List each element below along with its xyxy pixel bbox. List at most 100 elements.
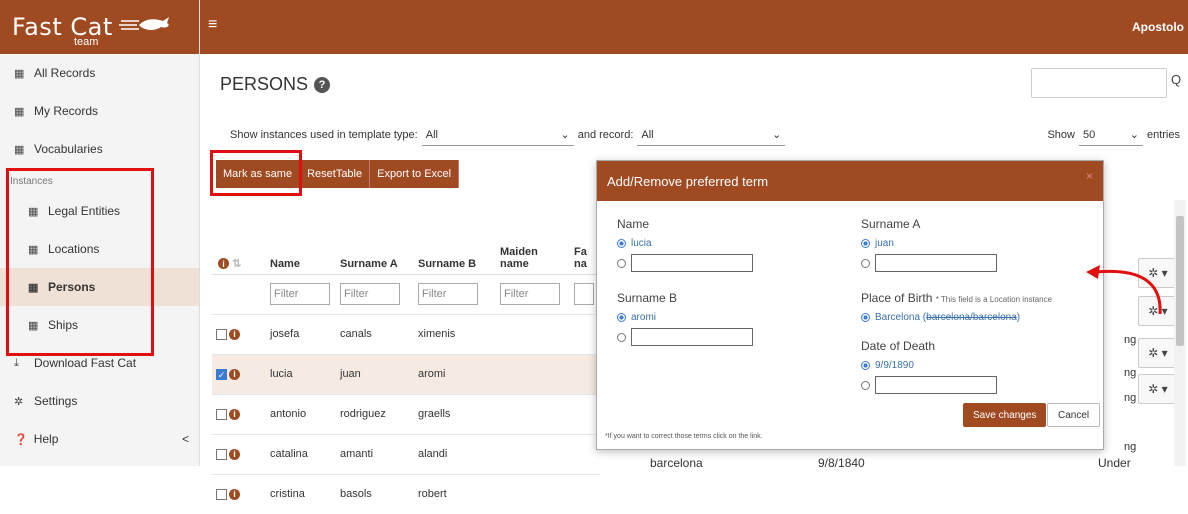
filter-input-fa-na[interactable] <box>574 283 594 305</box>
scrollbar-thumb[interactable] <box>1176 216 1184 346</box>
row-checkbox[interactable] <box>216 488 227 500</box>
radio-unselected[interactable] <box>617 332 626 342</box>
option-label: juan <box>875 237 894 249</box>
cell-surname-a: canals <box>336 313 414 354</box>
col-header-maiden-name[interactable]: Maiden name <box>496 204 570 275</box>
chevron-down-icon: ⌄ <box>772 129 782 141</box>
entries-select[interactable]: 50 ⌄ <box>1078 124 1143 146</box>
row-checkbox[interactable] <box>216 408 227 420</box>
option-name-custom[interactable] <box>617 253 753 273</box>
custom-surname-b-input[interactable] <box>631 328 753 346</box>
cell-surname-a: amanti <box>336 433 414 474</box>
info-icon[interactable]: i <box>229 448 240 460</box>
cell-surname-a: basols <box>336 473 414 514</box>
option-name-lucia[interactable]: lucia <box>617 235 753 251</box>
col-header-surname-b[interactable]: Surname B <box>414 204 496 275</box>
search-input[interactable] <box>1031 68 1167 98</box>
row-checkbox[interactable] <box>216 328 227 340</box>
filter-input-surname-a[interactable]: Filter <box>340 283 400 305</box>
close-icon[interactable]: × <box>1086 169 1093 183</box>
table-icon: ▦ <box>14 67 25 80</box>
option-place-barcelona[interactable]: Barcelona (barcelona/barcelona) <box>861 309 1052 325</box>
sidebar-item-label: Settings <box>34 394 78 408</box>
custom-name-input[interactable] <box>631 254 753 272</box>
field-place-of-birth: Place of Birth * This field is a Locatio… <box>861 291 1052 325</box>
row-gear-button[interactable]: ✲ ▾ <box>1138 338 1178 368</box>
info-icon[interactable]: i <box>229 368 240 380</box>
table-row[interactable]: ✓ i lucia juan aromi <box>212 353 600 394</box>
partial-ng: ng <box>1124 441 1137 453</box>
highlight-box-mark-as-same <box>210 150 302 196</box>
table-row[interactable]: i antonio rodriguez graells <box>212 393 600 434</box>
option-date-custom[interactable] <box>861 375 997 395</box>
filter-input-surname-b[interactable]: Filter <box>418 283 478 305</box>
option-surname-b-custom[interactable] <box>617 327 753 347</box>
radio-selected[interactable] <box>617 238 626 248</box>
radio-selected[interactable] <box>617 312 626 322</box>
radio-unselected[interactable] <box>861 380 870 390</box>
col-header-surname-a[interactable]: Surname A <box>336 204 414 275</box>
sidebar-item-settings[interactable]: ✲ Settings <box>0 382 199 420</box>
export-excel-button[interactable]: Export to Excel <box>370 160 460 188</box>
sidebar-item-vocabularies[interactable]: ▦ Vocabularies <box>0 130 199 168</box>
brand-logo[interactable]: Fast Cat team <box>0 0 199 54</box>
filter-input-maiden-name[interactable]: Filter <box>500 283 560 305</box>
template-filter-row: Show instances used in template type: Al… <box>230 124 789 146</box>
partial-status: Under <box>1098 456 1131 470</box>
search-icon[interactable]: Q <box>1171 72 1181 87</box>
reset-table-button[interactable]: ResetTable <box>300 160 371 188</box>
option-label: lucia <box>631 237 652 249</box>
option-label-end: ) <box>1016 311 1021 323</box>
user-name[interactable]: Apostolo <box>1132 20 1184 34</box>
info-icon[interactable]: i <box>229 328 240 340</box>
row-checkbox[interactable] <box>216 448 227 460</box>
cell-name: lucia <box>266 353 336 394</box>
radio-selected[interactable] <box>861 312 870 322</box>
annotation-arrow-icon <box>1086 265 1162 315</box>
table-scrollbar[interactable] <box>1174 200 1186 466</box>
hamburger-menu-icon[interactable]: ≡ <box>208 16 217 34</box>
table-row[interactable]: i catalina amanti alandi <box>212 433 600 474</box>
sidebar-item-my-records[interactable]: ▦ My Records <box>0 92 199 130</box>
radio-selected[interactable] <box>861 360 870 370</box>
col-header-name[interactable]: Name <box>266 204 336 275</box>
option-date-9-9-1890[interactable]: 9/9/1890 <box>861 357 997 373</box>
info-icon[interactable]: i <box>229 408 240 420</box>
header-label: Fa na <box>574 245 587 270</box>
persons-table: i ⇅ Name Surname A Surname B Maiden name… <box>212 204 600 514</box>
cell-surname-b: graells <box>414 393 496 434</box>
radio-unselected[interactable] <box>861 258 870 268</box>
chevron-left-icon: < <box>181 432 189 446</box>
template-type-select[interactable]: All ⌄ <box>421 124 574 146</box>
sidebar-item-label: Vocabularies <box>34 142 103 156</box>
info-icon[interactable]: i <box>229 488 240 500</box>
table-row[interactable]: i josefa canals ximenis <box>212 313 600 354</box>
modal-header: Add/Remove preferred term × <box>597 161 1103 201</box>
col-header-info[interactable]: i ⇅ <box>212 204 266 275</box>
sidebar-item-help[interactable]: ❓ Help < <box>0 420 199 458</box>
question-icon[interactable]: ? <box>314 76 331 93</box>
sidebar-item-label: Help <box>33 432 59 446</box>
top-bar: ≡ Apostolo <box>200 0 1188 54</box>
location-link[interactable]: barcelona/barcelona <box>926 312 1017 323</box>
radio-unselected[interactable] <box>617 258 626 268</box>
option-surname-b-aromi[interactable]: aromi <box>617 309 753 325</box>
row-gear-button[interactable]: ✲ ▾ <box>1138 374 1178 404</box>
record-select[interactable]: All ⌄ <box>637 124 786 146</box>
filter-input-name[interactable]: Filter <box>270 283 330 305</box>
radio-selected[interactable] <box>861 238 870 248</box>
sidebar-item-label: Download Fast Cat <box>34 356 137 370</box>
option-surname-a-custom[interactable] <box>861 253 997 273</box>
row-checkbox[interactable]: ✓ <box>216 368 227 380</box>
cell-surname-b: ximenis <box>414 313 496 354</box>
table-row[interactable]: i cristina basols robert <box>212 473 600 514</box>
partial-ng: ng <box>1124 392 1137 404</box>
custom-date-input[interactable] <box>875 376 997 394</box>
custom-surname-a-input[interactable] <box>875 254 997 272</box>
cell-name: josefa <box>266 313 336 354</box>
sidebar-item-all-records[interactable]: ▦ All Records <box>0 54 199 92</box>
option-surname-a-juan[interactable]: juan <box>861 235 997 251</box>
template-type-value: All <box>425 128 438 141</box>
save-changes-button[interactable]: Save changes <box>963 403 1047 427</box>
cancel-button[interactable]: Cancel <box>1047 403 1101 427</box>
